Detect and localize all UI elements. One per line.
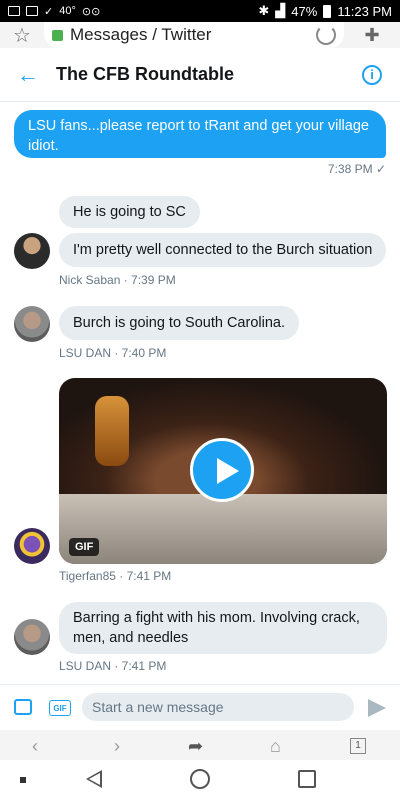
notification-icon xyxy=(8,6,20,16)
back-arrow-icon[interactable]: ← xyxy=(0,62,56,88)
gif-frame-tub xyxy=(59,494,387,564)
lock-icon xyxy=(52,29,63,41)
message-meta: LSU DAN · 7:40 PM xyxy=(59,346,167,360)
incoming-message: He is going to SC xyxy=(59,196,200,228)
incoming-message: Burch is going to South Carolina. xyxy=(59,306,299,340)
incoming-message: I'm pretty well connected to the Burch s… xyxy=(59,233,387,267)
system-icons: ✱ ▟ 47% 11:23 PM xyxy=(258,3,392,19)
outgoing-message: LSU fans...please report to tRant and ge… xyxy=(14,110,386,158)
image-notification-icon xyxy=(26,6,38,16)
android-nav-bar xyxy=(0,760,400,800)
avatar[interactable] xyxy=(14,306,50,342)
browser-back-icon[interactable]: ‹ xyxy=(32,736,38,757)
message-list[interactable]: LSU fans...please report to tRant and ge… xyxy=(0,102,400,684)
browser-url-bar: ☆ Messages / Twitter ✚ xyxy=(0,22,400,48)
browser-toolbar: ‹ › ➦ ⌂ 1 xyxy=(0,730,400,760)
home-icon[interactable]: ⌂ xyxy=(270,736,281,757)
battery-percent: 47% xyxy=(291,3,318,19)
avatar[interactable] xyxy=(14,619,50,655)
incoming-message: Barring a fight with his mom. Involving … xyxy=(59,602,387,654)
browser-forward-icon[interactable]: › xyxy=(114,736,120,757)
gif-frame-bottle xyxy=(95,396,129,466)
message-input[interactable]: Start a new message xyxy=(82,693,354,721)
address-field[interactable]: Messages / Twitter xyxy=(44,22,344,48)
bookmark-star-icon[interactable]: ☆ xyxy=(0,23,44,48)
reload-icon[interactable] xyxy=(316,25,336,45)
status-bar: ✓ 40° ⊙⊙ ✱ ▟ 47% 11:23 PM xyxy=(0,0,400,22)
play-button[interactable] xyxy=(190,438,254,502)
gif-badge: GIF xyxy=(69,538,100,556)
play-icon xyxy=(217,458,239,484)
tabs-button[interactable]: 1 xyxy=(350,738,366,754)
avatar[interactable] xyxy=(14,528,50,564)
bluetooth-icon: ✱ xyxy=(258,3,270,18)
game-icon: ⊙⊙ xyxy=(81,5,101,18)
nav-back-icon-inner xyxy=(89,773,100,785)
signal-icon: ▟ xyxy=(275,3,286,18)
temperature: 40° xyxy=(59,5,76,17)
nav-recent-apps-icon[interactable] xyxy=(298,770,316,788)
message-meta: Tigerfan85 · 7:41 PM xyxy=(59,569,172,583)
message-composer: GIF Start a new message xyxy=(0,684,400,730)
conversation-header: ← The CFB Roundtable i xyxy=(0,48,400,102)
avatar[interactable] xyxy=(14,233,50,269)
extensions-icon[interactable]: ✚ xyxy=(344,25,400,46)
send-icon[interactable] xyxy=(368,699,386,717)
message-meta: LSU DAN · 7:41 PM xyxy=(59,659,167,673)
notification-icons: ✓ 40° ⊙⊙ xyxy=(8,5,258,18)
check-icon: ✓ xyxy=(44,5,54,18)
message-meta: Nick Saban · 7:39 PM xyxy=(59,273,176,287)
share-icon[interactable]: ➦ xyxy=(188,736,203,757)
outgoing-timestamp: 7:38 PM ✓ xyxy=(327,162,386,176)
conversation-title: The CFB Roundtable xyxy=(56,64,234,84)
nav-home-icon[interactable] xyxy=(190,769,210,789)
info-icon[interactable]: i xyxy=(362,64,382,85)
page-title: Messages / Twitter xyxy=(70,25,212,44)
gif-icon[interactable]: GIF xyxy=(49,700,71,716)
nav-dot-icon[interactable] xyxy=(20,777,26,783)
clock: 11:23 PM xyxy=(337,3,392,19)
battery-icon xyxy=(323,4,332,18)
image-icon[interactable] xyxy=(14,699,32,715)
gif-media[interactable]: GIF xyxy=(59,378,387,564)
